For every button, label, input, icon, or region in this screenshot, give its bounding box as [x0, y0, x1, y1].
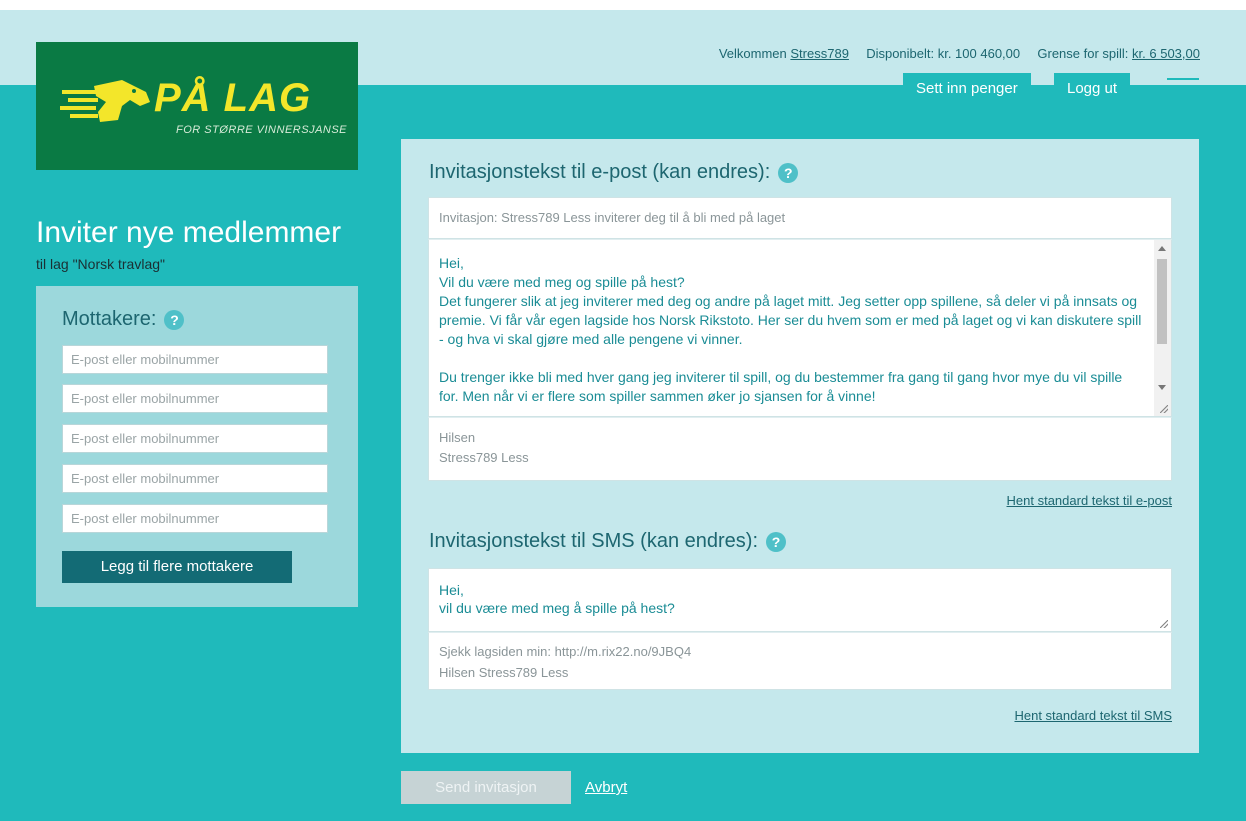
limit-label: Grense for spill:: [1037, 46, 1129, 61]
username-link[interactable]: Stress789: [790, 46, 849, 61]
account-bar: Velkommen Stress789 Disponibelt: kr. 100…: [719, 46, 1200, 61]
email-body-line: Vil du være med meg og spille på hest?: [439, 274, 685, 290]
recipient-input-4[interactable]: [62, 464, 328, 493]
brand-logo[interactable]: PÅ LAG FOR STØRRE VINNERSJANSE: [36, 42, 358, 170]
signature-line: Stress789 Less: [439, 450, 529, 465]
brand-name: PÅ LAG: [154, 76, 312, 120]
resize-handle-icon[interactable]: [1160, 405, 1168, 413]
deposit-button[interactable]: Sett inn penger: [903, 73, 1031, 104]
scroll-up-icon[interactable]: [1158, 246, 1166, 251]
sms-footer-line: Sjekk lagsiden min: http://m.rix22.no/9J…: [439, 644, 692, 659]
email-body-line: Det fungerer slik at jeg inviterer med d…: [439, 293, 1142, 347]
brand-tagline: FOR STØRRE VINNERSJANSE: [176, 124, 348, 136]
reset-email-text-link[interactable]: Hent standard tekst til e-post: [1007, 493, 1172, 508]
add-recipients-button[interactable]: Legg til flere mottakere: [62, 551, 292, 583]
recipients-heading-label: Mottakere:: [62, 308, 157, 330]
available-balance: Disponibelt: kr. 100 460,00: [866, 46, 1021, 61]
email-subject-field[interactable]: Invitasjon: Stress789 Less inviterer deg…: [428, 197, 1172, 239]
invitation-text-panel: Invitasjonstekst til e-post (kan endres)…: [401, 139, 1199, 753]
logout-button[interactable]: Logg ut: [1054, 73, 1131, 104]
email-signature: Hilsen Stress789 Less: [428, 417, 1172, 481]
recipient-input-2[interactable]: [62, 384, 328, 413]
horse-head-icon: [60, 80, 150, 122]
email-body-textarea[interactable]: Hei, Vil du være med meg og spille på he…: [428, 239, 1172, 417]
sms-body-line: vil du være med meg å spille på hest?: [439, 600, 675, 616]
email-heading: Invitasjonstekst til e-post (kan endres)…: [429, 161, 799, 184]
recipient-input-1[interactable]: [62, 345, 328, 374]
help-icon[interactable]: ?: [164, 309, 185, 330]
resize-handle-icon[interactable]: [1160, 620, 1168, 628]
email-body-line: Du trenger ikke bli med hver gang jeg in…: [439, 369, 1123, 404]
recipients-panel: Mottakere:? Legg til flere mottakere: [36, 286, 358, 607]
email-body-blank-line: [439, 349, 1143, 368]
email-body-scrollbar[interactable]: [1154, 240, 1171, 416]
sms-heading-label: Invitasjonstekst til SMS (kan endres):: [429, 530, 759, 552]
page-title: Inviter nye medlemmer: [36, 216, 342, 250]
email-heading-label: Invitasjonstekst til e-post (kan endres)…: [429, 161, 771, 183]
recipient-input-5[interactable]: [62, 504, 328, 533]
help-icon[interactable]: ?: [778, 162, 799, 183]
team-name-line: til lag "Norsk travlag": [36, 256, 165, 272]
welcome-label: Velkommen: [718, 46, 787, 61]
help-icon[interactable]: ?: [766, 531, 787, 552]
reset-sms-text-link[interactable]: Hent standard tekst til SMS: [1014, 708, 1172, 723]
scrollbar-thumb[interactable]: [1157, 259, 1167, 344]
send-invitation-button[interactable]: Send invitasjon: [401, 771, 571, 804]
cancel-link[interactable]: Avbryt: [585, 779, 627, 796]
sms-heading: Invitasjonstekst til SMS (kan endres):?: [429, 530, 787, 553]
sms-footer: Sjekk lagsiden min: http://m.rix22.no/9J…: [428, 632, 1172, 690]
sms-body-textarea[interactable]: Hei, vil du være med meg å spille på hes…: [428, 568, 1172, 632]
recipients-heading: Mottakere:?: [62, 308, 185, 331]
recipient-input-3[interactable]: [62, 424, 328, 453]
limit-value-link[interactable]: kr. 6 503,00: [1132, 46, 1200, 61]
hamburger-menu-icon[interactable]: [1167, 78, 1199, 100]
email-body-line: Hei,: [439, 255, 464, 271]
scroll-down-icon[interactable]: [1158, 385, 1166, 390]
signature-line: Hilsen: [439, 430, 476, 445]
sms-body-line: Hei,: [439, 582, 464, 598]
sms-footer-line: Hilsen Stress789 Less: [439, 665, 569, 680]
